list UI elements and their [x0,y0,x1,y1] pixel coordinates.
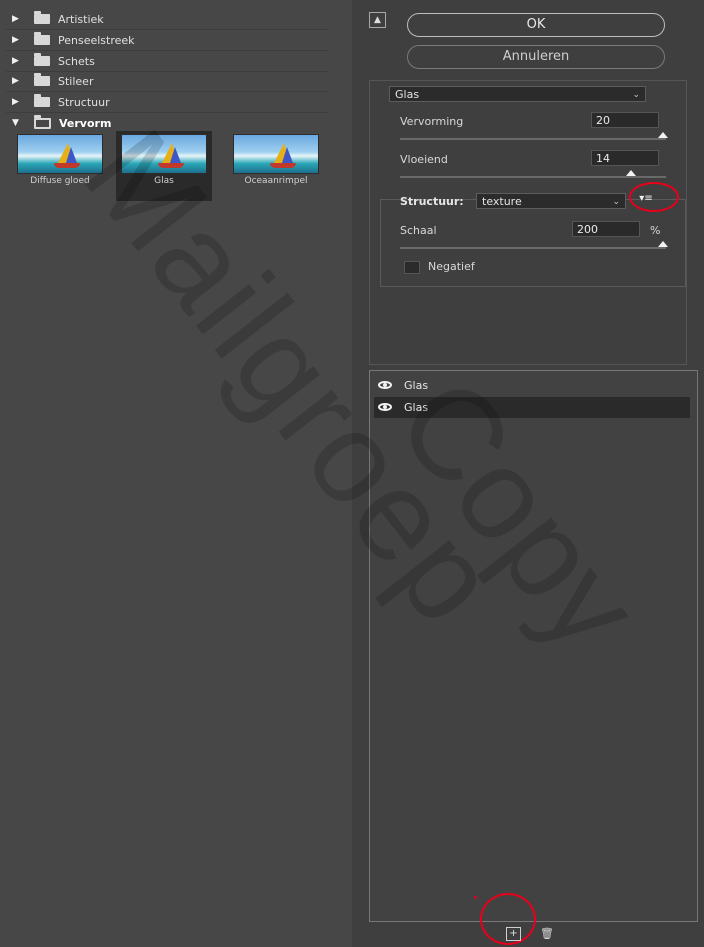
category-penseelstreek[interactable]: ▶ Penseelstreek [6,30,328,51]
folder-icon [34,73,50,86]
structuur-group [380,199,686,287]
eye-icon[interactable] [378,403,392,411]
filter-select[interactable]: Glas ⌄ [389,86,646,102]
expand-arrow-icon: ▶ [12,97,19,107]
thumbnail-label: Oceaanrimpel [244,176,308,186]
annotation-dot [474,896,477,899]
thumbnail-image [233,134,319,174]
layer-row[interactable]: Glas [374,397,690,418]
structuur-label: Structuur: [400,195,464,208]
open-folder-icon [34,114,51,129]
new-effect-layer-icon[interactable]: + [506,927,521,941]
chevron-down-icon: ⌄ [612,197,620,207]
category-stileer[interactable]: ▶ Stileer [6,71,328,92]
layer-name: Glas [404,401,429,414]
effect-layers-panel: Glas Glas [369,370,698,922]
expand-arrow-icon: ▶ [12,56,19,66]
category-artistiek[interactable]: ▶ Artistiek [6,9,328,30]
thumbnail-image [121,134,207,174]
category-label: Penseelstreek [58,33,135,47]
thumbnail-label: Glas [154,176,174,186]
vloeiend-slider[interactable] [400,176,666,178]
vloeiend-input[interactable]: 14 [591,150,659,166]
thumb-diffuse-gloed[interactable]: Diffuse gloed [12,131,108,201]
folder-icon [34,32,50,45]
negatief-label: Negatief [428,260,475,273]
structuur-select[interactable]: texture ⌄ [476,193,626,209]
collapse-arrow-icon: ▼ [12,118,19,128]
filter-settings-panel: ▲ OK Annuleren Glas ⌄ Vervorming 20 Vloe… [352,0,704,947]
negatief-checkbox[interactable] [404,261,420,274]
vervorming-label: Vervorming [400,115,464,128]
category-schets[interactable]: ▶ Schets [6,51,328,72]
annotation-circle [629,182,679,212]
schaal-slider-handle[interactable] [658,241,668,247]
schaal-unit: % [650,224,661,237]
thumbnail-label: Diffuse gloed [30,176,90,186]
vloeiend-slider-handle[interactable] [626,170,636,176]
collapse-panel-icon[interactable]: ▲ [369,12,386,28]
thumb-oceaanrimpel[interactable]: Oceaanrimpel [228,131,324,201]
ok-button[interactable]: OK [407,13,665,37]
structuur-select-value: texture [482,195,522,208]
schaal-label: Schaal [400,224,437,237]
vervorming-slider[interactable] [400,138,666,140]
thumbnail-image [17,134,103,174]
folder-icon [34,53,50,66]
layer-name: Glas [404,379,429,392]
category-label: Structuur [58,95,110,109]
vloeiend-label: Vloeiend [400,153,448,166]
expand-arrow-icon: ▶ [12,35,19,45]
schaal-slider[interactable] [400,247,666,249]
trash-icon[interactable]: 🗑 [540,927,554,940]
schaal-input[interactable]: 200 [572,221,640,237]
category-label: Schets [58,54,95,68]
filter-gallery: ▶ Artistiek ▶ Penseelstreek ▶ Schets ▶ S… [0,0,352,947]
category-label: Vervorm [59,116,112,130]
cancel-button[interactable]: Annuleren [407,45,665,69]
category-label: Stileer [58,74,94,88]
vervorming-slider-handle[interactable] [658,132,668,138]
category-structuur[interactable]: ▶ Structuur [6,92,328,113]
eye-icon[interactable] [378,381,392,389]
expand-arrow-icon: ▶ [12,14,19,24]
chevron-down-icon: ⌄ [632,90,640,100]
vervorming-input[interactable]: 20 [591,112,659,128]
thumb-glas[interactable]: Glas [116,131,212,201]
category-label: Artistiek [58,12,104,26]
expand-arrow-icon: ▶ [12,76,19,86]
folder-icon [34,11,50,24]
folder-icon [34,94,50,107]
filter-select-value: Glas [395,88,420,101]
category-vervorm[interactable]: ▼ Vervorm [6,113,328,133]
layer-row[interactable]: Glas [374,375,690,396]
